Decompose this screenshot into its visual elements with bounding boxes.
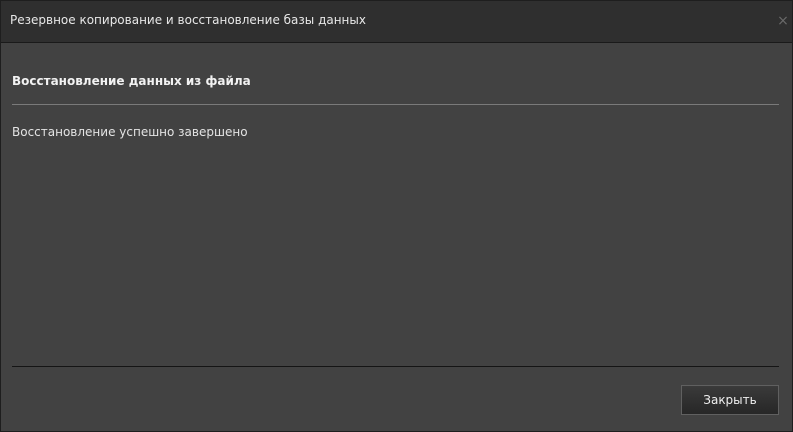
footer-divider xyxy=(12,366,779,367)
status-message: Восстановление успешно завершено xyxy=(12,125,248,139)
section-heading: Восстановление данных из файла xyxy=(12,74,251,88)
backup-restore-dialog: Резервное копирование и восстановление б… xyxy=(0,0,793,432)
dialog-title: Резервное копирование и восстановление б… xyxy=(10,13,366,27)
close-button[interactable]: Закрыть xyxy=(681,385,779,415)
dialog-titlebar: Резервное копирование и восстановление б… xyxy=(1,1,792,43)
heading-divider xyxy=(12,104,779,105)
close-icon[interactable]: × xyxy=(774,11,792,31)
